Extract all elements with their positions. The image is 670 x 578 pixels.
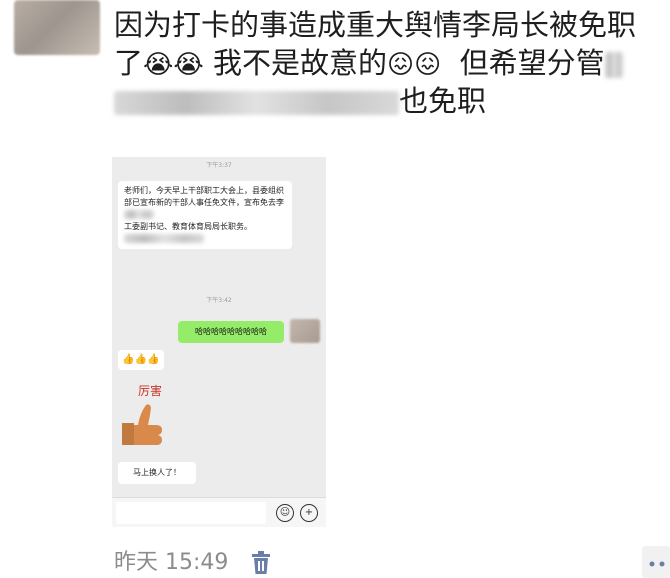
post-text-part: 了 [114,46,144,80]
chat-message-text: 工委副书记、教育体育局局长职务。 [124,222,252,231]
chat-avatar [290,319,320,343]
plus-icon[interactable]: + [300,504,318,522]
post-line-3: 也免职 [114,82,670,120]
chat-message-bubble-sent: 哈哈哈哈哈哈哈哈哈 [178,321,284,343]
grimacing-emoji: 😖😖 [387,50,442,80]
post-text-part: 我不是故意的 [213,46,388,80]
sticker-text: 厉害 [138,383,162,398]
more-options-button[interactable] [642,546,670,578]
post-text-part: 但希望分管 [459,46,605,80]
user-avatar[interactable] [14,0,100,55]
redacted-text [604,52,623,78]
post-text-part: 也免职 [399,84,487,118]
thumbs-up-sticker: 厉害 [122,383,162,445]
post-timestamp: 昨天 15:49 [114,550,229,575]
redacted-text [124,234,204,243]
chat-screenshot-image[interactable]: 下午3:37 老师们，今天早上干部职工大会上，县委组织部已宣布新的干部人事任免文… [112,157,326,527]
post-text: 因为打卡的事造成重大舆情李局长被免职 了😭😭 我不是故意的😖😖 但希望分管 也免… [114,6,670,120]
sticker-thumb [138,404,151,425]
sticker-hand-part [134,425,162,445]
chat-message-text: 老师们，今天早上干部职工大会上，县委组织部已宣布新的干部人事任免文件，宣布免去李 [124,186,284,207]
crying-emoji: 😭😭 [143,50,204,80]
chat-input-bar: ☺ + [112,497,326,527]
chat-message-bubble: 马上换人了！ [118,462,196,484]
chat-message-bubble: 👍👍👍 [118,350,164,370]
redacted-text [114,91,399,115]
post-line-1: 因为打卡的事造成重大舆情李局长被免职 [114,8,637,42]
more-dots-icon [649,561,665,567]
trash-icon[interactable] [250,551,272,575]
chat-message-bubble: 老师们，今天早上干部职工大会上，县委组织部已宣布新的干部人事任免文件，宣布免去李… [118,181,292,249]
chat-input-field[interactable] [116,502,266,524]
post-line-2: 了😭😭 我不是故意的😖😖 但希望分管 [114,44,670,82]
chat-timestamp: 下午3:37 [206,162,232,169]
redacted-text [124,210,154,219]
emoji-icon[interactable]: ☺ [276,504,294,522]
chat-timestamp: 下午3:42 [206,297,232,304]
sticker-hand-part [122,423,134,445]
